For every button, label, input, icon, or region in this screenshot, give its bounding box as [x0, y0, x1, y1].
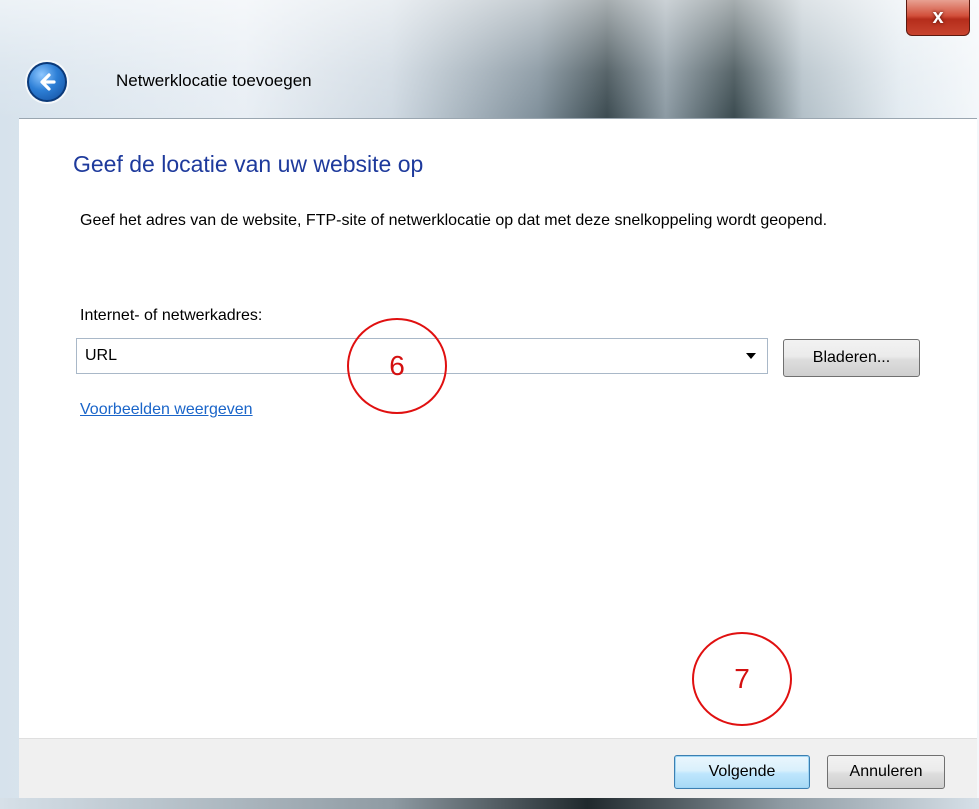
dropdown-button[interactable] [735, 339, 767, 373]
annotation-step-7: 7 [692, 632, 792, 726]
cancel-button[interactable]: Annuleren [827, 755, 945, 789]
wizard-footer: Volgende Annuleren [19, 738, 977, 799]
next-button[interactable]: Volgende [674, 755, 810, 789]
back-arrow-icon [40, 73, 56, 91]
chevron-down-icon [746, 353, 756, 359]
page-description: Geef het adres van de website, FTP-site … [80, 212, 828, 229]
window-title: Netwerklocatie toevoegen [116, 71, 312, 90]
examples-link[interactable]: Voorbeelden weergeven [80, 401, 253, 419]
close-button[interactable]: x [906, 0, 970, 36]
address-label: Internet- of netwerkadres: [80, 307, 263, 324]
annotation-step-6: 6 [347, 318, 447, 414]
wizard-content: Geef de locatie van uw website op Geef h… [19, 118, 977, 739]
back-button[interactable] [27, 62, 67, 102]
page-heading: Geef de locatie van uw website op [73, 151, 424, 177]
browse-button[interactable]: Bladeren... [783, 339, 920, 377]
window-bottom-edge [0, 798, 979, 809]
close-icon: x [932, 6, 944, 28]
